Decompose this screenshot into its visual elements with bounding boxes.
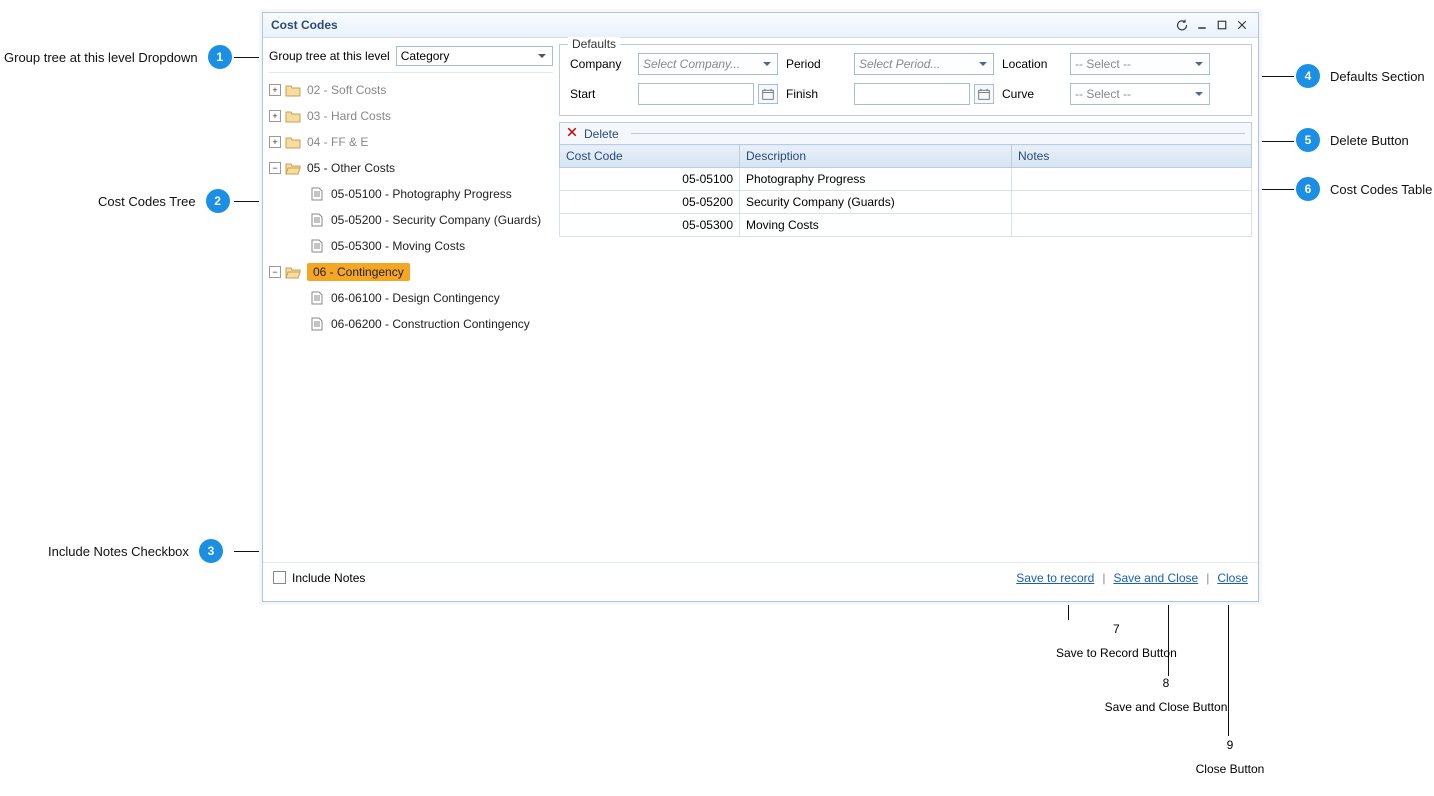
cell-notes [1012,214,1252,237]
expand-icon[interactable]: + [269,136,281,148]
folder-icon [285,109,301,123]
table-row[interactable]: 05-05200Security Company (Guards) [560,191,1252,214]
col-notes[interactable]: Notes [1012,145,1252,168]
table-row[interactable]: 05-05100Photography Progress [560,168,1252,191]
period-label: Period [786,57,846,71]
start-field[interactable] [638,83,754,105]
cell-description: Security Company (Guards) [740,191,1012,214]
tree-item-label: 06-06100 - Design Contingency [331,291,500,305]
cost-codes-table: Cost Code Description Notes 05-05100Phot… [559,144,1252,237]
callout-8: 8 Save and Close Button [1096,676,1236,714]
folder-icon [285,161,301,175]
callout-3: 3 Include Notes Checkbox [48,539,223,563]
col-cost-code[interactable]: Cost Code [560,145,740,168]
callout-5: 5 Delete Button [1296,128,1409,152]
tree-item[interactable]: 06-06100 - Design Contingency [269,285,553,311]
tree-folder-label: 02 - Soft Costs [307,83,386,97]
maximize-icon[interactable] [1214,17,1230,33]
document-icon [309,187,325,201]
delete-button[interactable]: Delete [584,127,619,141]
tree-item-label: 05-05100 - Photography Progress [331,187,512,201]
callout-2: 2 Cost Codes Tree [98,189,230,213]
tree-item-label: 05-05200 - Security Company (Guards) [331,213,541,227]
folder-icon [285,83,301,97]
defaults-legend: Defaults [568,37,620,51]
calendar-icon[interactable] [974,84,994,104]
grid-toolbar: Delete [559,122,1252,144]
window-title: Cost Codes [271,18,1170,32]
period-dropdown[interactable]: Select Period... [854,53,994,75]
cell-notes [1012,168,1252,191]
cost-codes-dialog: Cost Codes Group tree at this level Cate… [262,12,1259,602]
tree-folder-label: 05 - Other Costs [307,161,395,175]
tree-item[interactable]: 05-05100 - Photography Progress [269,181,553,207]
tree-folder[interactable]: − 05 - Other Costs [269,155,553,181]
company-label: Company [570,57,630,71]
group-tree-label: Group tree at this level [269,49,390,63]
tree-folder-label: 06 - Contingency [307,263,410,281]
cell-cost-code: 05-05100 [560,168,740,191]
cell-cost-code: 05-05300 [560,214,740,237]
group-tree-dropdown[interactable]: Category [396,46,553,66]
tree-item[interactable]: 05-05200 - Security Company (Guards) [269,207,553,233]
delete-icon[interactable] [566,126,578,141]
dialog-footer: Include Notes Save to record | Save and … [263,562,1258,592]
defaults-section: Defaults Company Select Company... Perio… [559,44,1252,116]
company-dropdown[interactable]: Select Company... [638,53,778,75]
callout-1: 1 Group tree at this level Dropdown [4,45,232,69]
expand-icon[interactable]: + [269,110,281,122]
expand-icon[interactable]: + [269,84,281,96]
tree-item[interactable]: 06-06200 - Construction Contingency [269,311,553,337]
collapse-icon[interactable]: − [269,162,281,174]
finish-label: Finish [786,87,846,101]
finish-field[interactable] [854,83,970,105]
cell-description: Photography Progress [740,168,1012,191]
save-to-record-button[interactable]: Save to record [1016,571,1094,585]
start-label: Start [570,87,630,101]
cell-description: Moving Costs [740,214,1012,237]
callout-9: 9 Close Button [1190,738,1270,776]
tree-item-label: 05-05300 - Moving Costs [331,239,465,253]
tree-folder-label: 03 - Hard Costs [307,109,391,123]
location-dropdown[interactable]: -- Select -- [1070,53,1210,75]
document-icon [309,317,325,331]
refresh-icon[interactable] [1174,17,1190,33]
minimize-icon[interactable] [1194,17,1210,33]
include-notes-label: Include Notes [292,571,365,585]
save-and-close-button[interactable]: Save and Close [1113,571,1198,585]
include-notes-checkbox[interactable] [273,571,286,584]
folder-icon [285,265,301,279]
collapse-icon[interactable]: − [269,266,281,278]
callout-7: 7 Save to Record Button [1056,622,1177,660]
calendar-icon[interactable] [758,84,778,104]
close-button[interactable]: Close [1217,571,1248,585]
curve-dropdown[interactable]: -- Select -- [1070,83,1210,105]
col-description[interactable]: Description [740,145,1012,168]
document-icon [309,239,325,253]
close-icon[interactable] [1234,17,1250,33]
tree-item-label: 06-06200 - Construction Contingency [331,317,530,331]
curve-label: Curve [1002,87,1062,101]
cell-cost-code: 05-05200 [560,191,740,214]
location-label: Location [1002,57,1062,71]
cell-notes [1012,191,1252,214]
document-icon [309,213,325,227]
tree-folder[interactable]: +02 - Soft Costs [269,77,553,103]
tree-folder-label: 04 - FF & E [307,135,368,149]
callout-6: 6 Cost Codes Table [1296,177,1432,201]
tree-folder[interactable]: +04 - FF & E [269,129,553,155]
tree-folder[interactable]: +03 - Hard Costs [269,103,553,129]
titlebar: Cost Codes [263,13,1258,38]
folder-icon [285,135,301,149]
cost-codes-tree[interactable]: +02 - Soft Costs+03 - Hard Costs+04 - FF… [269,72,553,556]
table-row[interactable]: 05-05300Moving Costs [560,214,1252,237]
tree-item[interactable]: 05-05300 - Moving Costs [269,233,553,259]
tree-folder[interactable]: − 06 - Contingency [269,259,553,285]
callout-4: 4 Defaults Section [1296,64,1425,88]
document-icon [309,291,325,305]
